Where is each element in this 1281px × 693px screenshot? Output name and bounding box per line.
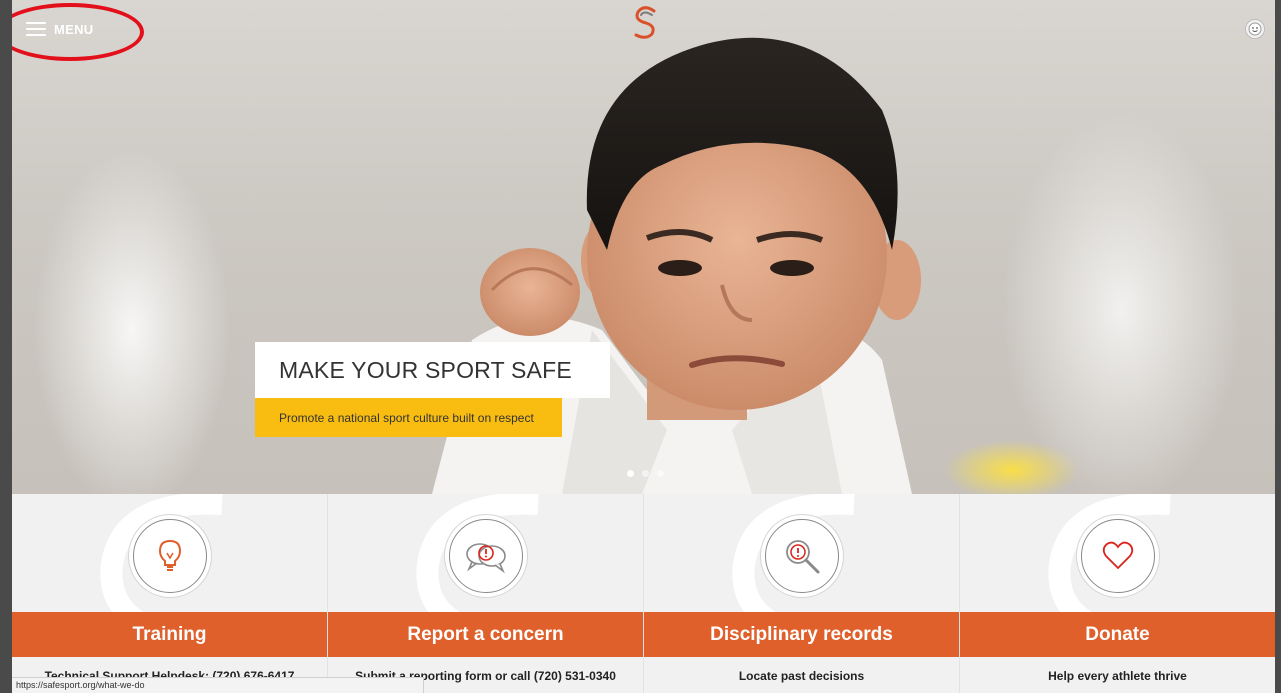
tile-report-a-concern[interactable]: Report a concern Submit a reporting form… (328, 494, 644, 693)
tile-description: Help every athlete thrive (1048, 669, 1187, 683)
tile-title: Disciplinary records (710, 623, 893, 645)
tile-title: Report a concern (407, 623, 564, 645)
status-bar-url: https://safesport.org/what-we-do (12, 677, 424, 693)
tile-title-bar: Donate (960, 612, 1275, 657)
tile-description: Locate past decisions (738, 669, 865, 683)
tile-title: Donate (1085, 623, 1150, 645)
tile-training[interactable]: Training Technical Support Helpdesk: (72… (12, 494, 328, 693)
hero-headline-box: MAKE YOUR SPORT SAFE (255, 342, 610, 398)
hero-banner: MENU MAKE YOUR SPORT SAFE Promote a nati… (12, 0, 1275, 494)
menu-button[interactable]: MENU (26, 14, 136, 44)
hamburger-icon (26, 22, 46, 36)
hero-headline: MAKE YOUR SPORT SAFE (279, 356, 572, 383)
speech-bubbles-alert-icon (448, 519, 523, 593)
tile-donate[interactable]: Donate Help every athlete thrive (960, 494, 1275, 693)
carousel-dot[interactable] (627, 470, 634, 477)
magnifier-alert-icon (764, 519, 839, 593)
action-tiles: Training Technical Support Helpdesk: (72… (12, 494, 1275, 693)
lightbulb-icon (132, 519, 207, 593)
user-avatar-icon[interactable] (1245, 19, 1265, 39)
heart-icon (1080, 519, 1155, 593)
menu-label: MENU (54, 21, 94, 37)
tile-title-bar: Report a concern (328, 612, 643, 657)
tile-title-bar: Disciplinary records (644, 612, 959, 657)
carousel-dots (627, 470, 664, 477)
tile-disciplinary-records[interactable]: Disciplinary records Locate past decisio… (644, 494, 960, 693)
tile-title: Training (132, 623, 207, 645)
page-frame: MENU MAKE YOUR SPORT SAFE Promote a nati… (12, 0, 1275, 693)
hero-tagline: Promote a national sport culture built o… (279, 410, 534, 425)
carousel-dot[interactable] (657, 470, 664, 477)
tile-title-bar: Training (12, 612, 327, 657)
carousel-dot[interactable] (642, 470, 649, 477)
safesport-logo-icon[interactable] (630, 6, 660, 40)
hero-tagline-button[interactable]: Promote a national sport culture built o… (255, 398, 562, 437)
